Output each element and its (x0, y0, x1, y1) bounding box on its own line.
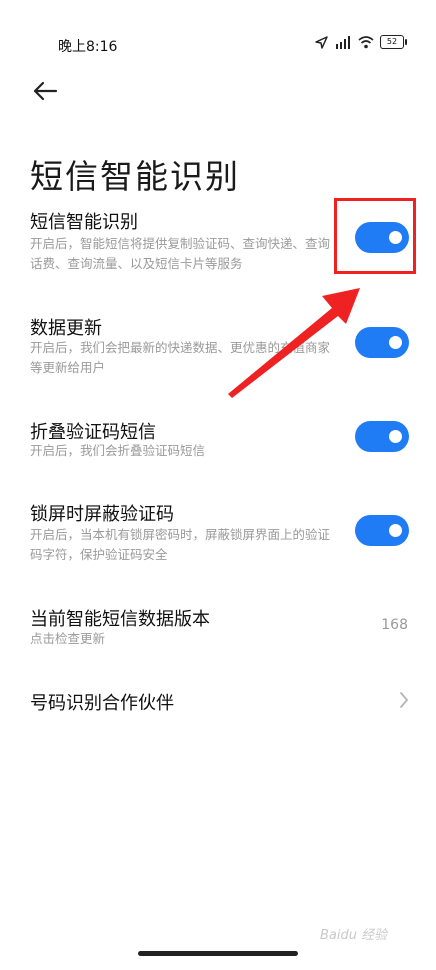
hd-signal-icon (336, 36, 350, 49)
version-value: 168 (381, 617, 408, 633)
setting-title: 号码识别合作伙伴 (30, 693, 174, 714)
setting-desc: 开启后，当本机有锁屏密码时，屏蔽锁屏界面上的验证码字符，保护验证码安全 (30, 527, 331, 562)
fold-verification-toggle[interactable] (355, 421, 409, 452)
setting-desc: 开启后，智能短信将提供复制验证码、查询快递、查询话费、查询流量、以及短信卡片等服… (30, 236, 331, 271)
annotation-arrow (228, 288, 360, 398)
battery-icon: 52 (380, 35, 407, 49)
data-update-toggle[interactable] (355, 327, 409, 358)
wifi-icon (358, 35, 374, 48)
toggle-knob (389, 336, 402, 349)
lockscreen-hide-toggle[interactable] (355, 515, 409, 546)
watermark: Baidu 经验 (320, 928, 388, 943)
status-time: 晚上8:16 (58, 39, 118, 55)
location-icon (315, 35, 328, 49)
setting-desc: 点击检查更新 (30, 631, 106, 646)
setting-desc: 开启后，我们会折叠验证码短信 (30, 443, 206, 458)
arrow-left-icon (33, 81, 58, 101)
setting-title: 短信智能识别 (30, 212, 138, 233)
setting-title: 锁屏时屏蔽验证码 (30, 504, 174, 525)
chevron-right-icon (400, 692, 408, 708)
page-title: 短信智能识别 (30, 157, 240, 197)
setting-title: 数据更新 (30, 318, 102, 339)
back-button[interactable] (30, 76, 66, 108)
toggle-knob (389, 430, 402, 443)
status-bar: 晚上8:16 52 (0, 0, 436, 60)
annotation-highlight-box (334, 198, 416, 274)
toggle-knob (389, 524, 402, 537)
home-indicator[interactable] (138, 951, 298, 956)
setting-desc: 开启后，我们会把最新的快递数据、更优惠的充值商家等更新给用户 (30, 340, 331, 375)
setting-title: 当前智能短信数据版本 (30, 609, 210, 630)
status-icons: 52 (315, 35, 407, 49)
